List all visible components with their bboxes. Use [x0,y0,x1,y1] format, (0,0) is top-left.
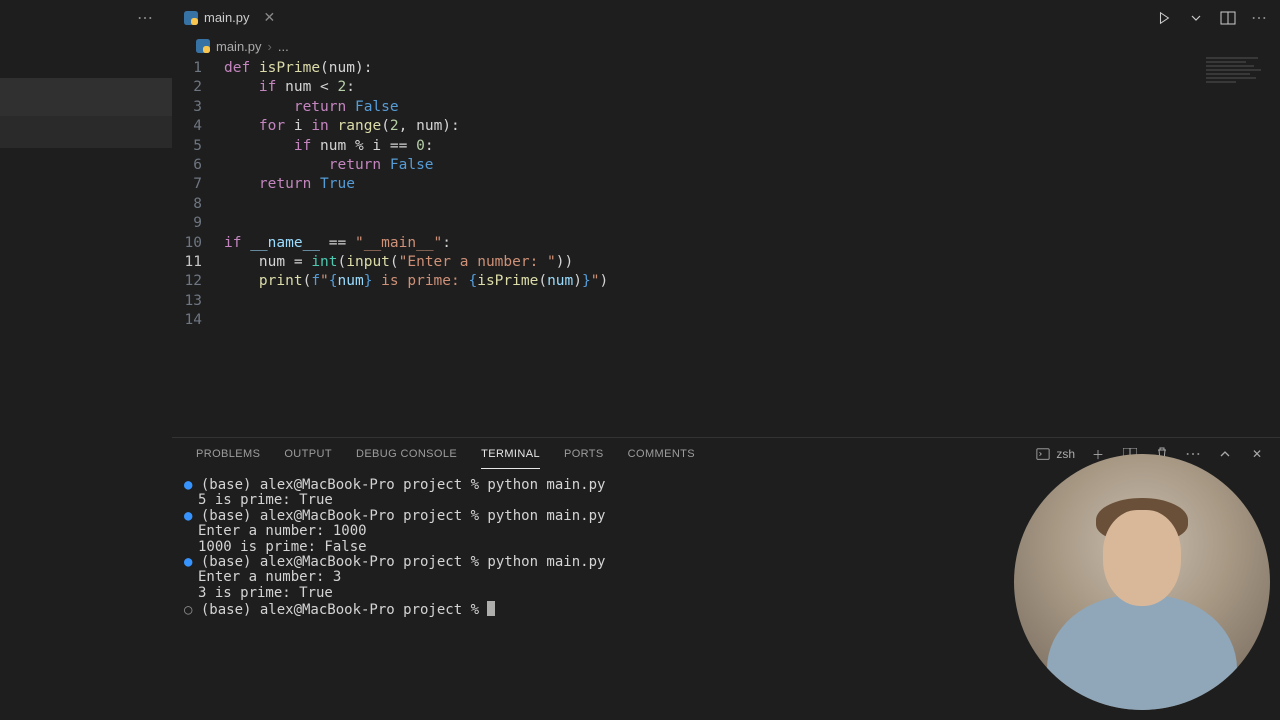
sidebar [0,35,172,720]
terminal-cursor [487,601,495,616]
title-bar-right: ⋯ [1155,8,1280,28]
line-number: 2 [172,78,224,97]
more-actions-icon[interactable]: ⋯ [1251,8,1268,28]
tab-main-py[interactable]: main.py ✕ [172,0,291,35]
tab-comments[interactable]: COMMENTS [628,440,695,468]
line-number: 3 [172,98,224,117]
line-number: 6 [172,156,224,175]
line-number: 14 [172,311,224,330]
tab-ports[interactable]: PORTS [564,440,604,468]
breadcrumb-tail: ... [278,39,289,54]
breadcrumb[interactable]: main.py › ... [172,35,1280,57]
close-icon[interactable]: ✕ [260,9,280,26]
split-editor-icon[interactable] [1219,9,1237,27]
minimap[interactable] [1206,57,1266,87]
run-icon[interactable] [1155,9,1173,27]
line-number: 5 [172,137,224,156]
tab-label: main.py [204,10,250,25]
line-number: 9 [172,214,224,233]
sidebar-selection[interactable] [0,78,172,116]
chevron-down-icon[interactable] [1187,9,1205,27]
python-file-icon [184,11,198,25]
python-file-icon [196,39,210,53]
chevron-right-icon: › [268,39,272,54]
tab-problems[interactable]: PROBLEMS [196,440,260,468]
breadcrumb-file: main.py [216,39,262,54]
more-icon[interactable]: ⋯ [137,8,154,28]
editor-area: main.py › ... 1def isPrime(num): 2 if nu… [172,35,1280,720]
line-number: 11 [172,253,224,272]
line-number: 13 [172,292,224,311]
code-editor[interactable]: 1def isPrime(num): 2 if num < 2: 3 retur… [172,57,1280,437]
tab-output[interactable]: OUTPUT [284,440,332,468]
main-row: main.py › ... 1def isPrime(num): 2 if nu… [0,35,1280,720]
line-number: 10 [172,234,224,253]
sidebar-hover[interactable] [0,116,172,148]
line-number: 4 [172,117,224,136]
line-number: 7 [172,175,224,194]
title-bar-left: ⋯ [0,8,172,28]
bottom-panel: PROBLEMS OUTPUT DEBUG CONSOLE TERMINAL P… [172,437,1280,720]
line-number: 8 [172,195,224,214]
line-number: 1 [172,59,224,78]
tab-debug-console[interactable]: DEBUG CONSOLE [356,440,457,468]
title-bar: ⋯ main.py ✕ ⋯ [0,0,1280,35]
tab-terminal[interactable]: TERMINAL [481,440,540,469]
line-number: 12 [172,272,224,291]
webcam-overlay [1014,454,1270,710]
editor-tabs: main.py ✕ [172,0,291,35]
